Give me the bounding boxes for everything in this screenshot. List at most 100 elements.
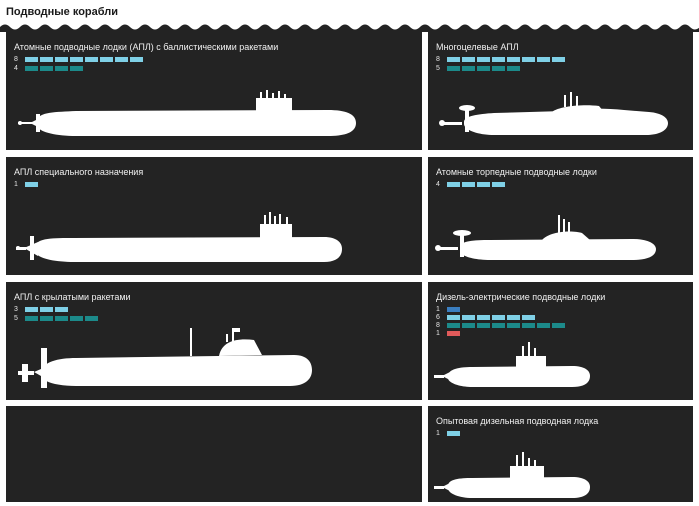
count-block bbox=[55, 57, 68, 62]
count-block bbox=[537, 57, 550, 62]
count-block bbox=[55, 316, 68, 321]
count-block bbox=[507, 66, 520, 71]
count-block bbox=[447, 323, 460, 328]
count-block bbox=[55, 307, 68, 312]
count-blocks bbox=[447, 57, 565, 62]
count-blocks bbox=[25, 57, 143, 62]
count-block bbox=[477, 57, 490, 62]
count-label: 4 bbox=[14, 65, 18, 72]
count-block bbox=[130, 57, 143, 62]
count-row: 3 bbox=[14, 306, 68, 313]
count-row: 8 bbox=[14, 56, 143, 63]
panel-cruise-missile-submarines: АПЛ с крылатыми ракетами 3 5 bbox=[6, 282, 422, 400]
count-block bbox=[40, 307, 53, 312]
count-block bbox=[492, 315, 505, 320]
count-block bbox=[492, 57, 505, 62]
count-label: 1 bbox=[436, 330, 440, 337]
count-block bbox=[70, 316, 83, 321]
count-block bbox=[552, 57, 565, 62]
submarine-silhouette bbox=[18, 328, 312, 388]
count-block bbox=[25, 307, 38, 312]
count-blocks bbox=[447, 66, 520, 71]
submarine-silhouette bbox=[18, 90, 356, 136]
panel-title: Опытовая дизельная подводная лодка bbox=[436, 416, 599, 426]
count-block bbox=[492, 182, 505, 187]
count-block bbox=[25, 182, 38, 187]
count-block bbox=[40, 57, 53, 62]
panel-title: АПЛ специального назначения bbox=[14, 167, 144, 177]
count-blocks bbox=[25, 66, 83, 71]
count-block bbox=[25, 66, 38, 71]
count-blocks bbox=[447, 431, 460, 436]
count-block bbox=[462, 315, 475, 320]
count-block bbox=[85, 57, 98, 62]
count-block bbox=[537, 323, 550, 328]
count-row: 5 bbox=[436, 65, 520, 72]
count-block bbox=[522, 57, 535, 62]
submarine-silhouette bbox=[435, 215, 656, 260]
count-block bbox=[462, 182, 475, 187]
count-row: 6 bbox=[436, 314, 535, 321]
count-blocks bbox=[447, 323, 565, 328]
count-row: 4 bbox=[436, 181, 505, 188]
count-block bbox=[507, 315, 520, 320]
count-block bbox=[477, 182, 490, 187]
panel-diesel-electric-submarines: Дизель-электрические подводные лодки 1 6… bbox=[428, 282, 693, 400]
panel-title: Многоцелевые АПЛ bbox=[436, 42, 519, 52]
count-block bbox=[522, 315, 535, 320]
count-block bbox=[447, 331, 460, 336]
count-row: 1 bbox=[436, 430, 460, 437]
count-row: 5 bbox=[14, 315, 98, 322]
count-block bbox=[115, 57, 128, 62]
count-block bbox=[492, 66, 505, 71]
count-label: 3 bbox=[14, 306, 18, 313]
count-block bbox=[100, 57, 113, 62]
count-block bbox=[447, 315, 460, 320]
count-block bbox=[85, 316, 98, 321]
panel-experimental-diesel-submarine: Опытовая дизельная подводная лодка 1 bbox=[428, 406, 693, 502]
count-label: 8 bbox=[14, 56, 18, 63]
count-row: 8 bbox=[436, 322, 565, 329]
count-block bbox=[447, 66, 460, 71]
count-label: 5 bbox=[14, 315, 18, 322]
count-blocks bbox=[25, 316, 98, 321]
count-row: 4 bbox=[14, 65, 83, 72]
submarine-silhouette bbox=[439, 92, 668, 135]
count-block bbox=[25, 316, 38, 321]
count-blocks bbox=[447, 307, 460, 312]
count-block bbox=[40, 316, 53, 321]
count-block bbox=[522, 323, 535, 328]
page-title: Подводные корабли bbox=[6, 6, 119, 18]
count-block bbox=[492, 323, 505, 328]
count-block bbox=[25, 57, 38, 62]
count-row: 8 bbox=[436, 56, 565, 63]
count-label: 8 bbox=[436, 56, 440, 63]
count-label: 5 bbox=[436, 65, 440, 72]
count-block bbox=[447, 431, 460, 436]
count-block bbox=[462, 57, 475, 62]
panel-ballistic-missile-submarines: Атомные подводные лодки (АПЛ) с баллисти… bbox=[6, 32, 422, 150]
count-label: 4 bbox=[436, 181, 440, 188]
panel-empty bbox=[6, 406, 422, 502]
count-block bbox=[70, 66, 83, 71]
count-block bbox=[447, 307, 460, 312]
count-blocks bbox=[447, 331, 460, 336]
count-row: 1 bbox=[436, 306, 460, 313]
panel-title: Атомные подводные лодки (АПЛ) с баллисти… bbox=[14, 42, 279, 52]
panel-title: Дизель-электрические подводные лодки bbox=[436, 292, 606, 302]
panel-special-purpose-submarines: АПЛ специального назначения 1 bbox=[6, 157, 422, 275]
count-label: 1 bbox=[14, 181, 18, 188]
count-block bbox=[462, 66, 475, 71]
submarine-silhouette bbox=[434, 452, 590, 498]
count-block bbox=[477, 323, 490, 328]
panel-title: Атомные торпедные подводные лодки bbox=[436, 167, 597, 177]
count-blocks bbox=[447, 315, 535, 320]
count-row: 1 bbox=[14, 181, 38, 188]
count-row: 1 bbox=[436, 330, 460, 337]
count-blocks bbox=[447, 182, 505, 187]
submarine-silhouette bbox=[434, 342, 590, 387]
count-label: 1 bbox=[436, 306, 440, 313]
panel-title: АПЛ с крылатыми ракетами bbox=[14, 292, 131, 302]
count-block bbox=[507, 57, 520, 62]
panel-multipurpose-submarines: Многоцелевые АПЛ 8 5 bbox=[428, 32, 693, 150]
